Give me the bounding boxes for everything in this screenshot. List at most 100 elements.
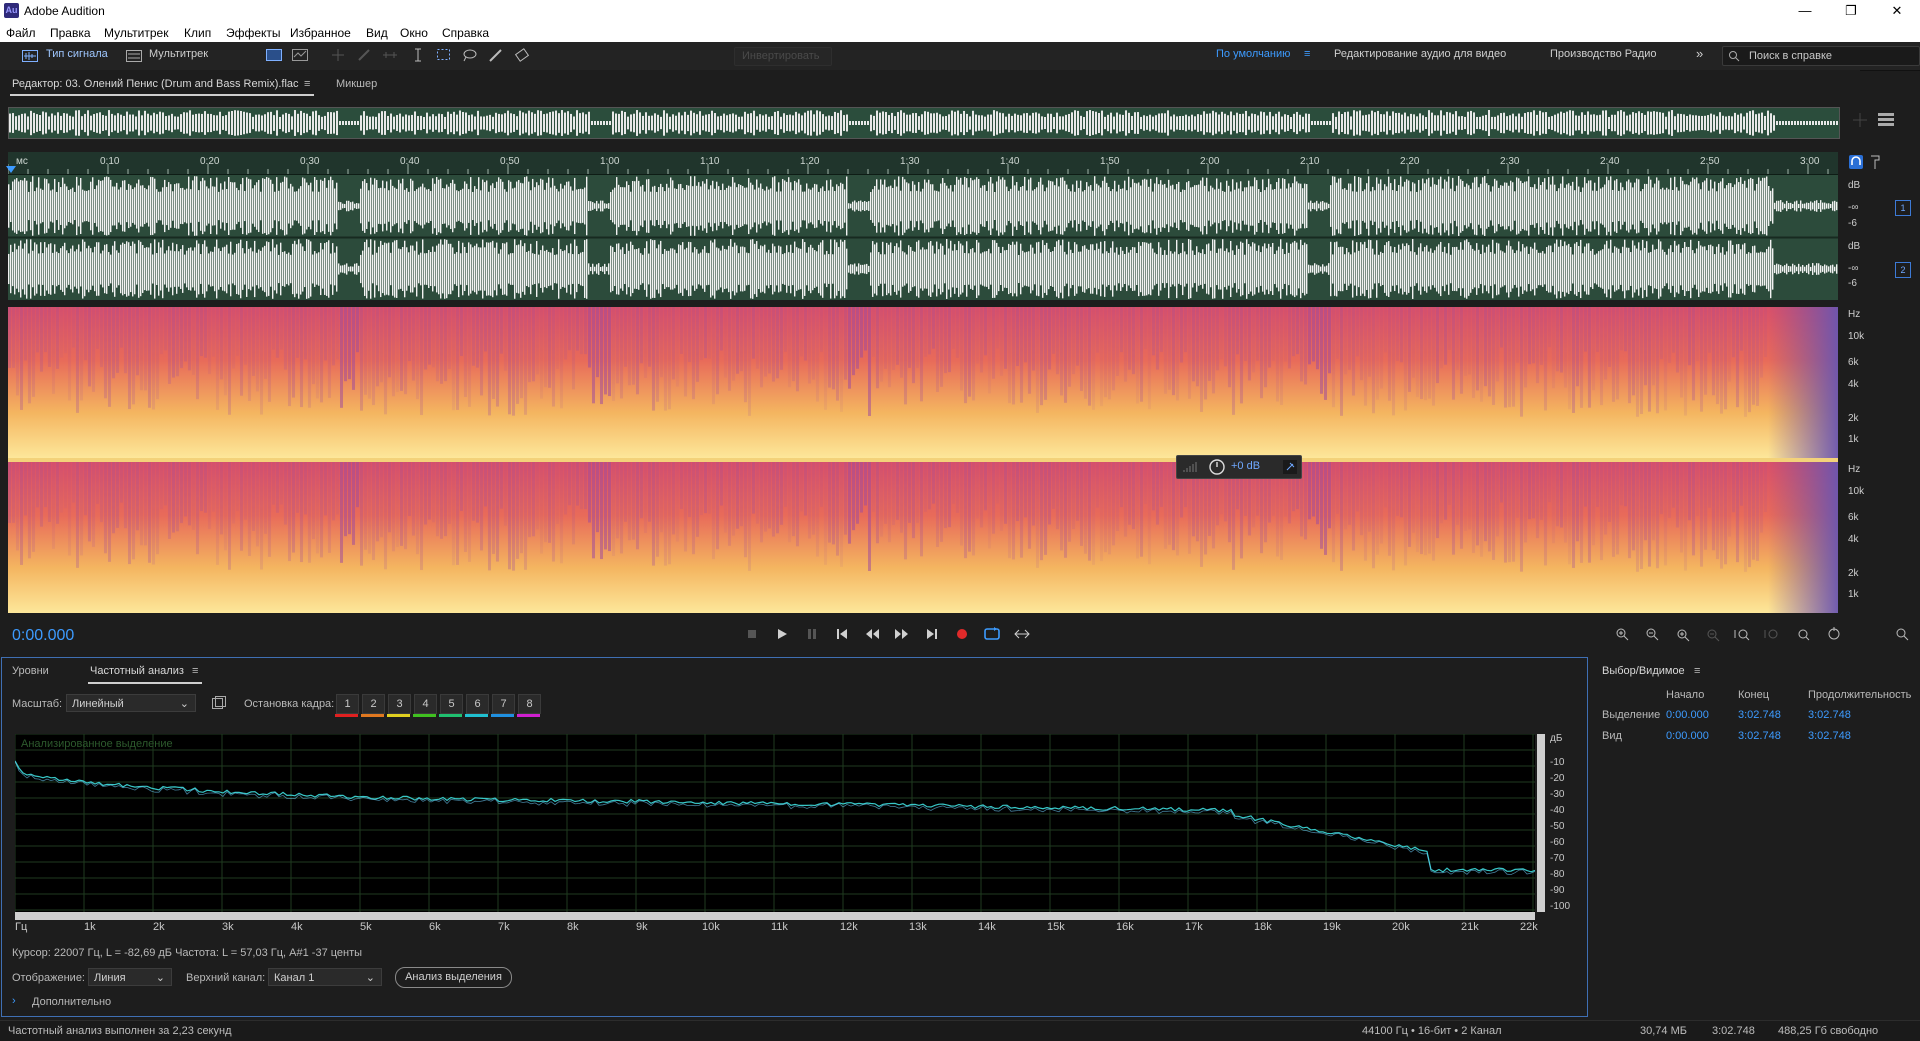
selection-duration[interactable]: 3:02.748 bbox=[1808, 709, 1851, 721]
zoom-in-amplitude-icon[interactable] bbox=[1614, 626, 1630, 642]
view-duration[interactable]: 3:02.748 bbox=[1808, 730, 1851, 742]
tab-frequency-analysis[interactable]: Частотный анализ bbox=[90, 665, 184, 677]
fast-forward-icon[interactable] bbox=[894, 626, 910, 642]
waveform-bar bbox=[1444, 246, 1446, 292]
zoom-selection-left-icon[interactable] bbox=[1764, 626, 1780, 642]
time-selection-tool-icon[interactable] bbox=[410, 48, 426, 62]
skip-selection-icon[interactable] bbox=[1014, 626, 1030, 642]
view-start[interactable]: 0:00.000 bbox=[1666, 730, 1709, 742]
menu-window[interactable]: Окно bbox=[400, 26, 428, 40]
zoom-out-amplitude-icon[interactable] bbox=[1644, 626, 1660, 642]
playhead-marker-icon[interactable] bbox=[6, 166, 16, 174]
record-icon[interactable] bbox=[954, 626, 970, 642]
display-dropdown[interactable]: Линия ⌄ bbox=[88, 968, 172, 986]
menu-effects[interactable]: Эффекты bbox=[226, 26, 281, 40]
waveform-bar bbox=[1548, 245, 1550, 293]
rewind-icon[interactable] bbox=[864, 626, 880, 642]
volume-knob-icon[interactable] bbox=[1209, 459, 1225, 475]
volume-hud[interactable]: +0 dB bbox=[1176, 455, 1302, 479]
spot-healing-icon[interactable] bbox=[514, 48, 530, 62]
play-icon[interactable] bbox=[774, 626, 790, 642]
channel-1-toggle[interactable]: 1 bbox=[1895, 200, 1911, 216]
snap-toggle-icon[interactable] bbox=[1849, 155, 1863, 169]
workspace-menu-icon[interactable]: ≡ bbox=[1304, 48, 1310, 60]
time-ruler[interactable]: мс 0:10 0:20 0:30 0:40 0:50 1:00 1:10 1:… bbox=[6, 152, 1838, 175]
marquee-tool-icon[interactable] bbox=[436, 48, 452, 62]
menu-edit[interactable]: Правка bbox=[50, 26, 91, 40]
waveform-bar bbox=[1676, 245, 1678, 293]
zoom-navigator-icon[interactable] bbox=[1852, 112, 1868, 128]
channel-2-toggle[interactable]: 2 bbox=[1895, 262, 1911, 278]
view-end[interactable]: 3:02.748 bbox=[1738, 730, 1781, 742]
zoom-to-selection-icon[interactable] bbox=[1734, 626, 1750, 642]
workspace-default[interactable]: По умолчанию bbox=[1216, 48, 1290, 60]
go-to-end-icon[interactable] bbox=[924, 626, 940, 642]
waveform-view-button[interactable]: Тип сигнала bbox=[46, 48, 108, 60]
tab-levels[interactable]: Уровни bbox=[12, 665, 49, 677]
zoom-out-time-icon[interactable] bbox=[1704, 626, 1720, 642]
freeze-slot-7[interactable]: 7 bbox=[492, 694, 515, 714]
freeze-slot-2[interactable]: 2 bbox=[362, 694, 385, 714]
menu-clip[interactable]: Клип bbox=[184, 26, 211, 40]
scale-dropdown[interactable]: Линейный ⌄ bbox=[66, 694, 196, 712]
selection-end[interactable]: 3:02.748 bbox=[1738, 709, 1781, 721]
freeze-slot-3[interactable]: 3 bbox=[388, 694, 411, 714]
menu-help[interactable]: Справка bbox=[442, 26, 489, 40]
tab-mixer[interactable]: Микшер bbox=[336, 78, 377, 90]
go-to-start-icon[interactable] bbox=[834, 626, 850, 642]
maximize-button[interactable]: ❐ bbox=[1828, 0, 1874, 22]
overview-bar bbox=[75, 110, 77, 136]
analyze-selection-button[interactable]: Анализ выделения bbox=[395, 967, 512, 988]
tab-menu-icon[interactable]: ≡ bbox=[304, 78, 310, 90]
freeze-slot-8[interactable]: 8 bbox=[518, 694, 541, 714]
overview-bar bbox=[15, 116, 17, 130]
menu-view[interactable]: Вид bbox=[366, 26, 388, 40]
waveform-display[interactable] bbox=[8, 175, 1838, 300]
overview-waveform[interactable] bbox=[8, 107, 1840, 139]
waveform-bar bbox=[544, 250, 546, 288]
zoom-selection-right-icon[interactable] bbox=[1794, 626, 1810, 642]
spectral-display-icon[interactable] bbox=[266, 48, 282, 62]
zoom-out-full-icon[interactable] bbox=[1894, 626, 1910, 642]
marker-pin-icon[interactable] bbox=[1870, 155, 1880, 169]
advanced-toggle[interactable]: Дополнительно bbox=[32, 996, 111, 1008]
menu-file[interactable]: Файл bbox=[6, 26, 36, 40]
spectral-display[interactable] bbox=[8, 307, 1838, 613]
loop-playback-icon[interactable] bbox=[984, 626, 1000, 642]
brush-tool-icon[interactable] bbox=[488, 48, 504, 62]
help-search-input[interactable]: Поиск в справке bbox=[1722, 46, 1920, 66]
freeze-toggle-icon[interactable] bbox=[212, 696, 226, 710]
stop-icon[interactable] bbox=[744, 626, 760, 642]
expand-chevron-icon[interactable]: › bbox=[12, 995, 16, 1007]
spectrogram-stripe bbox=[1616, 462, 1619, 555]
zoom-full-icon[interactable] bbox=[1826, 626, 1842, 642]
panel-menu-icon[interactable]: ≡ bbox=[192, 665, 198, 677]
workspace-radio-production[interactable]: Производство Радио bbox=[1550, 48, 1657, 60]
move-tool-icon[interactable] bbox=[330, 48, 346, 62]
pitch-display-icon[interactable] bbox=[292, 48, 308, 62]
minimize-button[interactable]: — bbox=[1782, 0, 1828, 22]
channel-dropdown[interactable]: Канал 1 ⌄ bbox=[268, 968, 382, 986]
selection-start[interactable]: 0:00.000 bbox=[1666, 709, 1709, 721]
multitrack-view-button[interactable]: Мультитрек bbox=[149, 48, 208, 60]
workspace-audio-for-video[interactable]: Редактирование аудио для видео bbox=[1334, 48, 1506, 60]
menu-favorites[interactable]: Избранное bbox=[290, 26, 351, 40]
razor-tool-icon[interactable] bbox=[356, 48, 372, 62]
more-workspaces-icon[interactable]: » bbox=[1696, 46, 1703, 61]
frequency-graph[interactable]: Анализированное выделение bbox=[14, 733, 1536, 912]
close-button[interactable]: ✕ bbox=[1874, 0, 1920, 22]
panel-options-icon[interactable] bbox=[1878, 113, 1894, 127]
pause-icon[interactable] bbox=[804, 626, 820, 642]
freeze-slot-1[interactable]: 1 bbox=[336, 694, 359, 714]
freeze-slot-5[interactable]: 5 bbox=[440, 694, 463, 714]
slip-tool-icon[interactable] bbox=[382, 48, 398, 62]
tab-editor[interactable]: Редактор: 03. Олений Пенис (Drum and Bas… bbox=[12, 78, 299, 90]
invert-button[interactable]: Инвертировать bbox=[734, 47, 832, 66]
lasso-tool-icon[interactable] bbox=[462, 48, 478, 62]
freeze-slot-6[interactable]: 6 bbox=[466, 694, 489, 714]
pin-hud-icon[interactable] bbox=[1283, 460, 1297, 474]
zoom-in-time-icon[interactable] bbox=[1674, 626, 1690, 642]
menu-multitrack[interactable]: Мультитрек bbox=[104, 26, 168, 40]
selection-panel-menu-icon[interactable]: ≡ bbox=[1694, 665, 1700, 677]
freeze-slot-4[interactable]: 4 bbox=[414, 694, 437, 714]
